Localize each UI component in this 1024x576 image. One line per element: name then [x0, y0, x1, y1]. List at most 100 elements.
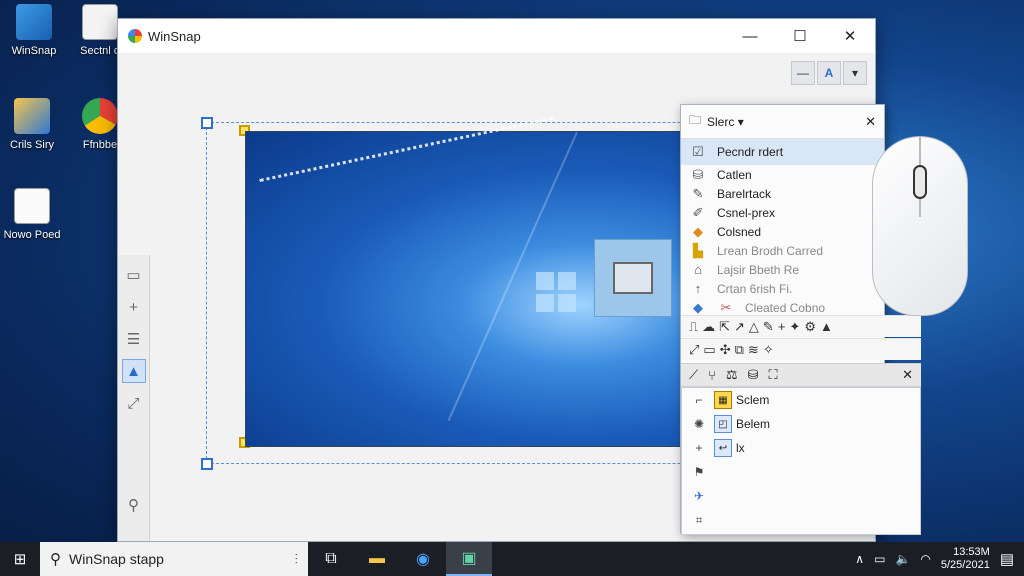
title-bar[interactable]: WinSnap — ☐ ✕ — [118, 19, 875, 53]
notepad-icon — [14, 188, 50, 224]
maximize-button[interactable]: ☐ — [775, 19, 825, 53]
triangle-tool-icon[interactable]: △ — [749, 319, 759, 335]
star-tool-icon[interactable]: ✦ — [789, 319, 800, 335]
cursor-tool-icon[interactable]: ⇱ — [719, 319, 730, 335]
line-tool-icon[interactable]: ⎍ — [689, 319, 698, 335]
tools-menu: 🗀 Slerc ▾ ✕ ☑ Pecndr rdert ⛁ Catlen ✎ Ba… — [680, 104, 921, 535]
microphone-icon[interactable]: ⫶ — [295, 551, 299, 568]
clock[interactable]: 13:53M 5/25/2021 — [941, 546, 990, 572]
notification-icon[interactable]: ▤ — [1000, 550, 1014, 568]
submenu-item[interactable]: ✺ ◰ Belem — [682, 412, 920, 436]
menu-item-label: Csnel-prex — [717, 205, 776, 220]
minimize-button[interactable]: — — [725, 19, 775, 53]
collapse-button[interactable]: — — [791, 61, 815, 85]
scissors-icon: ✂ — [720, 299, 732, 315]
menu-item-label: Colsned — [717, 224, 762, 239]
menu-item[interactable]: ⌂ Lajsir Bbeth Re — [681, 260, 884, 279]
submenu-item[interactable]: + ↩ lx — [682, 436, 920, 460]
copy-tool-icon[interactable]: ⧉ — [735, 342, 744, 358]
frame-tool-icon[interactable]: ⛶ — [768, 367, 777, 383]
pin-icon[interactable]: ⚲ — [122, 493, 146, 517]
text-tool-icon[interactable]: ✎ — [763, 319, 774, 335]
submenu-item[interactable]: ⚑ — [682, 460, 920, 484]
plus-icon[interactable]: + — [122, 295, 146, 319]
menu-item[interactable]: ✐ Csnel-prex — [681, 203, 884, 222]
chevron-up-icon[interactable]: ▲ — [820, 319, 833, 334]
diagonal-tool-icon[interactable]: ⤢ — [689, 342, 699, 358]
menu-item-label: Crtan 6rish Fi. — [717, 281, 793, 296]
submenu-list: ⌐ ▦ Sclem ✺ ◰ Belem + ↩ lx ⚑ ✈ ⌗ — [681, 387, 921, 535]
selection-handle[interactable] — [201, 458, 213, 470]
clock-date: 5/25/2021 — [940, 559, 990, 571]
stamp-tool-icon[interactable]: ⛁ — [748, 367, 759, 383]
speaker-icon[interactable]: 🔈 — [895, 552, 910, 566]
highlighter-icon: ◆ — [693, 223, 703, 239]
list-icon[interactable]: ☰ — [122, 327, 146, 351]
rect-tool-icon[interactable]: ▭ — [703, 342, 715, 358]
bug-icon: ✺ — [693, 417, 705, 431]
close-button[interactable]: ✕ — [825, 19, 875, 53]
stamp-icon: ⛁ — [692, 166, 704, 182]
wifi-icon[interactable]: ◠ — [920, 552, 930, 566]
magic-tool-icon[interactable]: ✧ — [763, 342, 774, 358]
dropdown-button[interactable]: ▾ — [843, 61, 867, 85]
file-explorer-icon[interactable]: ▬ — [354, 542, 400, 576]
text-tool-button[interactable]: A — [817, 61, 841, 85]
desktop-icon-label: WinSnap — [11, 45, 57, 57]
menu-item-label: Cleated Cobno — [745, 300, 826, 315]
network-icon[interactable]: ▭ — [874, 552, 885, 566]
menu-item[interactable]: ↑ Crtan 6rish Fi. — [681, 279, 884, 298]
start-button[interactable]: ⊞ — [0, 542, 40, 576]
submenu-item[interactable]: ✈ — [682, 484, 920, 508]
balance-tool-icon[interactable]: ⚖ — [726, 367, 738, 383]
folder-icon: 🗀 — [689, 113, 702, 127]
crop-icon: ⌗ — [695, 512, 703, 527]
scroll-wheel-icon — [913, 165, 927, 199]
taskbar-search[interactable]: ⚲ WinSnap stapp ⫶ — [40, 542, 308, 576]
frame-swatch-icon: ◰ — [714, 415, 732, 433]
tool-icon-row: ⤢ ▭ ✣ ⧉ ≋ ✧ — [681, 338, 921, 360]
tool-icon-row: ⟋ ⑂ ⚖ ⛁ ⛶ ✕ — [681, 363, 921, 387]
desktop-icon-winsnap[interactable]: WinSnap — [2, 4, 66, 58]
submenu-item[interactable]: ⌐ ▦ Sclem — [682, 388, 920, 412]
speech-bubble-icon[interactable]: ▭ — [122, 263, 146, 287]
chrome-icon — [82, 98, 118, 134]
plane-icon: ✈ — [693, 489, 705, 503]
menu-item[interactable]: ☑ Pecndr rdert — [681, 139, 884, 165]
search-input[interactable]: WinSnap stapp — [69, 551, 164, 567]
submenu-close-button[interactable]: ✕ — [902, 367, 913, 383]
desktop-icon-notepad[interactable]: Nowo Poed — [0, 188, 64, 242]
menu-header[interactable]: 🗀 Slerc ▾ ✕ — [681, 105, 884, 139]
chevron-up-icon[interactable]: ∧ — [855, 552, 864, 566]
brush-icon: ✎ — [692, 185, 704, 201]
branch-tool-icon[interactable]: ⑂ — [708, 368, 716, 383]
menu-item[interactable]: ▙ Lrean Brodh Carred — [681, 241, 884, 260]
chrome-taskbar-icon[interactable]: ◉ — [400, 542, 446, 576]
computer-icon — [613, 262, 653, 294]
crop-icon[interactable]: ⤢ — [122, 391, 146, 415]
menu-item-label: Barelrtack — [717, 186, 772, 201]
flag-icon: ⚑ — [693, 465, 705, 479]
winsnap-taskbar-icon[interactable]: ▣ — [446, 542, 492, 576]
selection-handle[interactable] — [201, 117, 213, 129]
task-view-icon[interactable]: ⧉ — [308, 542, 354, 576]
menu-item[interactable]: ⛁ Catlen — [681, 165, 884, 184]
menu-item[interactable]: ✎ Barelrtack — [681, 184, 884, 203]
blur-tool-icon[interactable]: ≋ — [748, 342, 759, 358]
cross-tool-icon[interactable]: ✣ — [720, 342, 731, 358]
submenu-item[interactable]: ⌗ — [682, 508, 920, 532]
wand-tool-icon[interactable]: ⟋ — [689, 367, 698, 383]
desktop-icon-shortcut[interactable]: Crils Siry — [0, 98, 64, 152]
menu-close-button[interactable]: ✕ — [865, 114, 876, 130]
plus-tool-icon[interactable]: + — [778, 319, 786, 334]
taskbar: ⊞ ⚲ WinSnap stapp ⫶ ⧉ ▬ ◉ ▣ ∧ ▭ 🔈 ◠ 13:5… — [0, 542, 1024, 576]
arrow-tool-icon[interactable]: ↗ — [734, 319, 745, 335]
winsnap-app-icon — [16, 4, 52, 40]
mouse-illustration — [872, 136, 968, 316]
menu-item-label: Lajsir Bbeth Re — [717, 262, 800, 277]
menu-item[interactable]: ◆ Colsned — [681, 222, 884, 241]
left-toolbar: ▭ + ☰ ▲ ⤢ ⚲ — [118, 255, 150, 541]
gear-tool-icon[interactable]: ⚙ — [804, 319, 816, 335]
image-icon[interactable]: ▲ — [121, 359, 146, 383]
cloud-tool-icon[interactable]: ☁ — [702, 319, 715, 335]
